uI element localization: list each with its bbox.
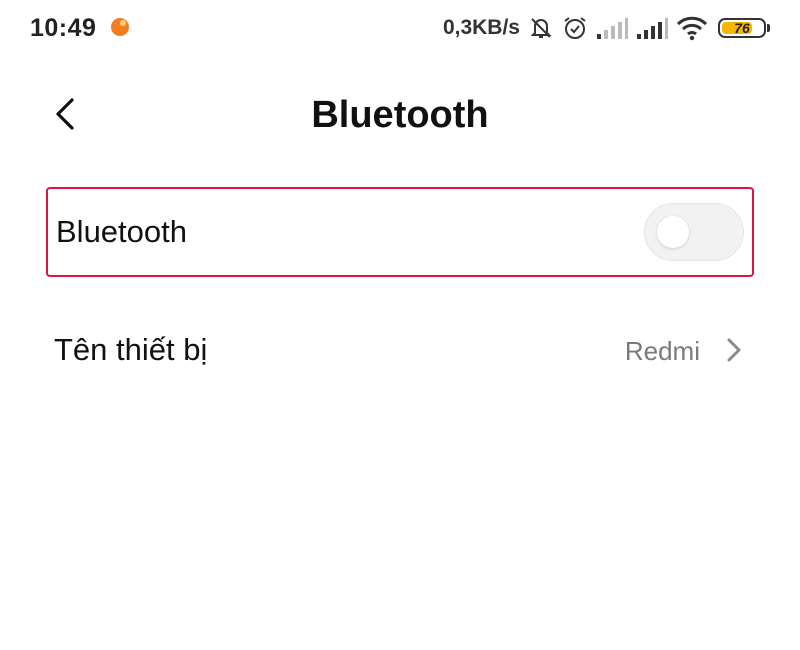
battery-indicator: 76 xyxy=(718,18,766,38)
device-name-value: Redmi xyxy=(624,336,700,366)
bluetooth-setting-row[interactable]: Bluetooth xyxy=(46,187,754,277)
bluetooth-label: Bluetooth xyxy=(56,214,187,249)
page-header: Bluetooth xyxy=(0,80,800,150)
device-name-row[interactable]: Tên thiết bị Redmi xyxy=(46,305,754,395)
device-name-label: Tên thiết bị xyxy=(54,332,208,367)
battery-level: 76 xyxy=(734,20,750,36)
toggle-knob xyxy=(657,216,689,248)
alarm-clock-icon xyxy=(564,17,586,39)
battery-tip xyxy=(767,24,770,32)
page-title: Bluetooth xyxy=(311,94,489,136)
network-speed: 0,3KB/s xyxy=(442,16,520,39)
signal-icon xyxy=(637,18,668,39)
orange-app-icon xyxy=(111,18,129,36)
status-time: 10:49 xyxy=(30,14,97,42)
status-icons: 0,3KB/s 76 xyxy=(443,12,770,44)
wifi-icon xyxy=(676,16,708,41)
battery-icon: 76 xyxy=(716,18,770,38)
status-bar: 10:49 0,3KB/s 76 xyxy=(0,0,800,58)
bluetooth-toggle[interactable] xyxy=(644,203,744,261)
signal-weak-icon xyxy=(597,18,628,39)
chevron-right-icon xyxy=(727,338,741,362)
mute-bell-icon xyxy=(530,18,552,38)
